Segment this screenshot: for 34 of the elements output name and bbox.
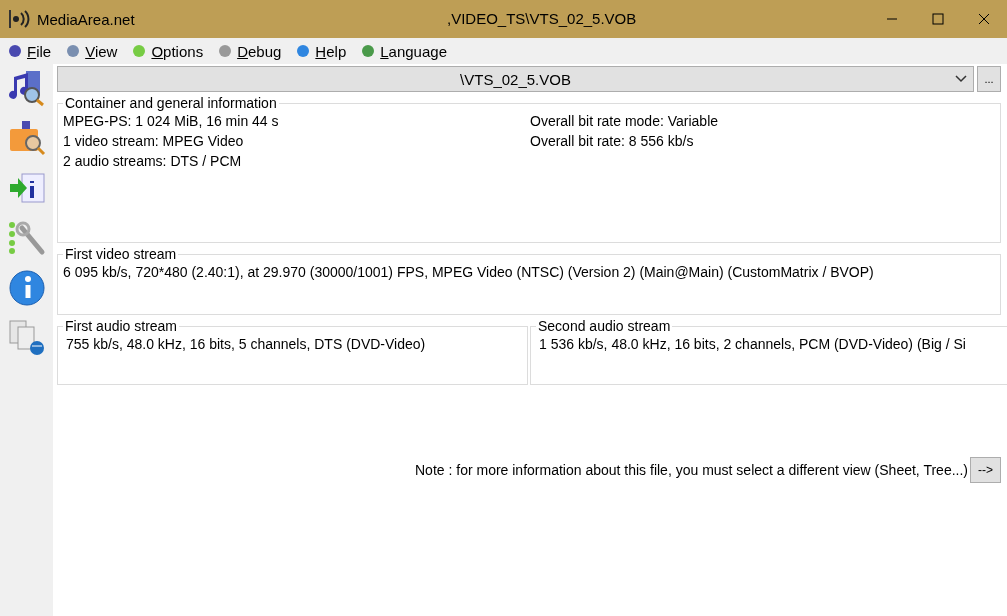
group-title: First audio stream	[64, 318, 179, 334]
info-line: 6 095 kb/s, 720*480 (2.40:1), at 29.970 (30000/1001) FPS, MPEG Video (NTSC) (Version 2) (Main@Main) (CustomMatrix / BVOP)	[63, 263, 874, 282]
music-film-search-icon	[7, 69, 46, 107]
info-line: 1 536 kb/s, 48.0 kHz, 16 bits, 2 channels, PCM (DVD-Video) (Big / Si	[539, 335, 967, 354]
group-title: Second audio stream	[537, 318, 672, 334]
menu-item[interactable]: File	[5, 42, 54, 60]
window-title: ,VIDEO_TS\VTS_02_5.VOB	[447, 10, 637, 27]
menu-item[interactable]: View	[63, 42, 120, 60]
info-line: Overall bit rate mode: Variable	[530, 112, 720, 131]
app-logo-icon	[9, 9, 31, 29]
group-title: First video stream	[64, 246, 178, 262]
info-line: 755 kb/s, 48.0 kHz, 16 bits, 5 channels, DTS (DVD-Video)	[66, 335, 427, 354]
browse-button[interactable]: ...	[977, 66, 1001, 92]
minimize-icon	[886, 18, 898, 20]
wrench-list-icon	[7, 220, 46, 256]
maximize-icon	[932, 13, 944, 25]
note-text: Note : for more information about this file, you must select a different view (Sheet, Tree...)	[415, 462, 968, 478]
folder-search-icon	[7, 119, 46, 157]
group-title: Container and general information	[64, 95, 278, 111]
menu-item[interactable]: Options	[129, 42, 206, 60]
menu-item[interactable]: Language	[358, 42, 449, 60]
next-view-button[interactable]: -->	[970, 457, 1001, 483]
info-line: MPEG-PS: 1 024 MiB, 16 min 44 s	[63, 112, 280, 131]
menu-item[interactable]: Debug	[215, 42, 284, 60]
menu-item[interactable]: Help	[293, 42, 349, 60]
info-line: 1 video stream: MPEG Video	[63, 132, 245, 151]
info-line: Overall bit rate: 8 556 kb/s	[530, 132, 695, 151]
app-name: MediaArea.net	[37, 10, 135, 28]
info-line: 2 audio streams: DTS / PCM	[63, 152, 243, 171]
close-icon	[978, 13, 990, 25]
file-dropdown[interactable]: \VTS_02_5.VOB	[57, 66, 974, 92]
arrow-info-icon	[7, 172, 46, 204]
documents-globe-icon	[7, 319, 46, 357]
chevron-down-icon	[955, 75, 967, 83]
